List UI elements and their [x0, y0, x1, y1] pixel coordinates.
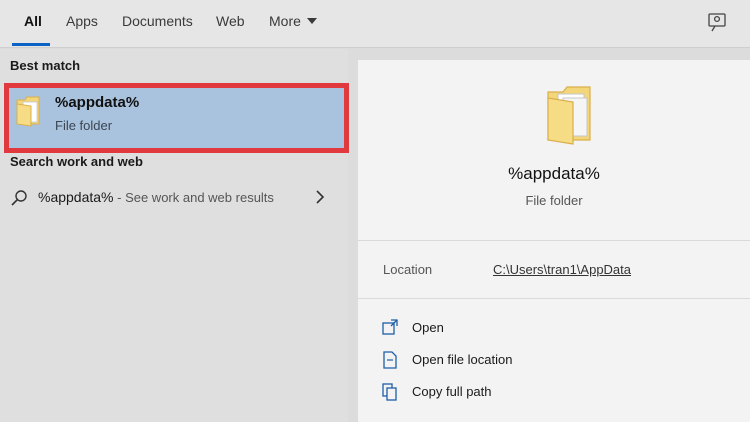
best-match-heading: Best match — [10, 58, 81, 73]
tab-more-label: More — [269, 13, 301, 29]
search-tab-bar: All Apps Documents Web More — [0, 0, 750, 48]
search-icon — [11, 190, 27, 206]
folder-icon — [547, 86, 591, 145]
open-file-location-action[interactable]: Open file location — [382, 349, 682, 373]
web-search-heading: Search work and web — [10, 154, 143, 169]
location-link[interactable]: C:\Users\tran1\AppData — [493, 262, 631, 277]
tab-all[interactable]: All — [24, 13, 42, 29]
open-icon — [382, 319, 398, 335]
open-action[interactable]: Open — [382, 317, 682, 341]
best-match-subtitle: File folder — [55, 118, 113, 133]
web-result-suffix: - See work and web results — [113, 190, 274, 205]
preview-title: %appdata% — [508, 164, 600, 183]
feedback-icon[interactable] — [706, 11, 728, 33]
open-file-location-label: Open file location — [412, 352, 513, 367]
web-search-result[interactable]: %appdata% - See work and web results — [0, 179, 348, 215]
preview-pane: %appdata% File folder Location C:\Users\… — [358, 60, 750, 422]
divider — [358, 240, 750, 241]
preview-subtitle: File folder — [525, 193, 583, 208]
file-location-icon — [383, 351, 397, 369]
chevron-right-icon[interactable] — [314, 189, 326, 205]
web-result-query: %appdata% — [38, 189, 114, 205]
web-result-text: %appdata% - See work and web results — [38, 189, 274, 205]
location-label: Location — [383, 262, 433, 277]
tab-web[interactable]: Web — [216, 13, 245, 29]
copy-full-path-label: Copy full path — [412, 384, 492, 399]
divider — [358, 298, 750, 299]
chevron-down-icon — [306, 18, 317, 24]
best-match-result[interactable]: %appdata% File folder — [4, 83, 349, 153]
folder-icon — [16, 96, 40, 127]
active-tab-indicator — [12, 43, 50, 46]
open-label: Open — [412, 320, 444, 335]
best-match-title: %appdata% — [55, 94, 140, 111]
copy-full-path-action[interactable]: Copy full path — [382, 381, 682, 405]
tab-more[interactable]: More — [269, 13, 317, 29]
copy-path-icon — [382, 383, 397, 401]
tab-apps[interactable]: Apps — [66, 13, 98, 29]
results-pane: Best match %appdata% File folder Search … — [0, 49, 349, 422]
tab-documents[interactable]: Documents — [122, 13, 193, 29]
